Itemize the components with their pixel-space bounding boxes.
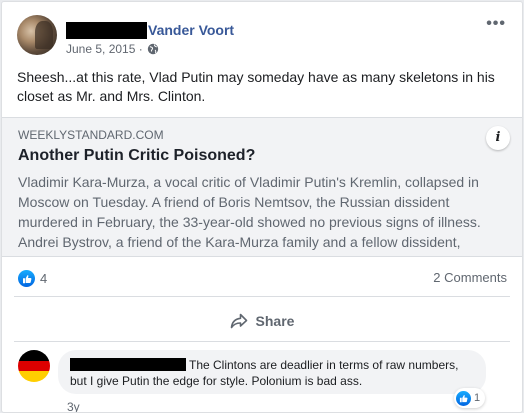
globe-icon[interactable] [147,43,159,55]
post-header: Vander Voort June 5, 2015 · ••• [17,15,510,59]
like-reaction-icon [18,270,35,287]
commenter-avatar-german-flag[interactable] [18,350,50,382]
divider [14,296,510,297]
info-icon[interactable]: i [486,126,510,150]
divider [14,341,510,342]
comment-reactions[interactable]: 1 [454,388,486,408]
author-avatar[interactable] [17,15,57,55]
reaction-count: 4 [40,271,48,286]
redacted-commenter-name [70,358,186,371]
author-name-link[interactable]: Vander Voort [148,22,234,38]
link-domain: WEEKLYSTANDARD.COM [18,128,164,142]
comments-count-link[interactable]: 2 Comments [433,270,507,285]
share-button[interactable]: Share [2,307,522,335]
more-options-icon[interactable]: ••• [486,16,506,32]
link-title[interactable]: Another Putin Critic Poisoned? [18,147,255,165]
comment-reaction-count: 1 [474,392,481,404]
post-date-link[interactable]: June 5, 2015 · [66,42,143,56]
link-description: Vladimir Kara-Murza, a vocal critic of V… [18,174,481,250]
post-meta: June 5, 2015 · [66,42,159,56]
share-label: Share [255,313,295,329]
comment-timestamp[interactable]: 3y [67,400,80,412]
reactions-summary[interactable]: 4 [18,270,47,287]
link-preview[interactable]: WEEKLYSTANDARD.COM Another Putin Critic … [2,117,522,257]
post-card: Vander Voort June 5, 2015 · ••• Sheesh..… [1,1,523,413]
post-text: Sheesh...at this rate, Vlad Putin may so… [17,69,495,104]
like-reaction-icon [456,390,471,406]
comment-bubble: The Clintons are deadlier in terms of ra… [58,350,486,394]
redacted-name-block [66,22,147,39]
share-icon [230,313,247,329]
